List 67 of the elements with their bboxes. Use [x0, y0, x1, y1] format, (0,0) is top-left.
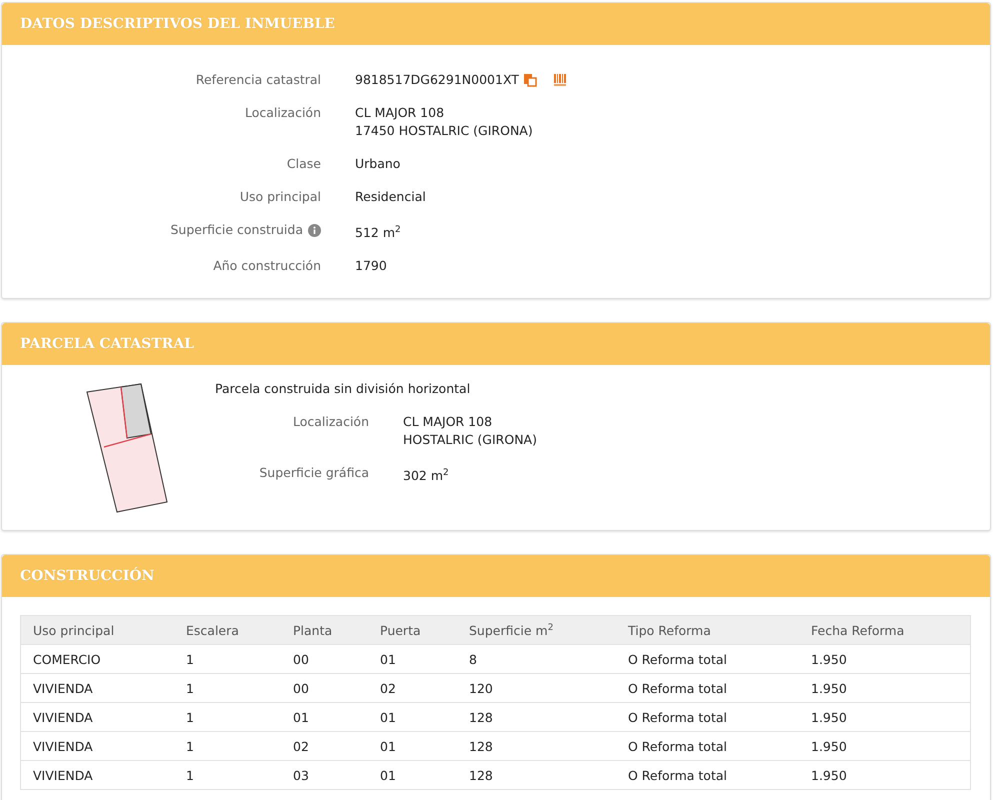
field-label: Localización	[292, 413, 369, 432]
table-cell: 1	[174, 732, 281, 761]
column-header: Escalera	[174, 616, 281, 645]
table-cell: 1.950	[799, 644, 970, 674]
table-cell: 120	[457, 674, 616, 703]
table-cell: O Reforma total	[616, 702, 799, 732]
field-value: CL MAJOR 108	[355, 104, 446, 122]
table-cell: 02	[281, 732, 368, 761]
field-label: Localización	[244, 104, 321, 122]
field-value: 512 m$^{2}$	[355, 224, 401, 242]
field-label: Clase	[286, 155, 321, 173]
table-cell: 02	[368, 674, 457, 703]
barcode-icon[interactable]	[552, 73, 568, 87]
table-cell: 1	[174, 702, 281, 732]
table-cell: 01	[368, 732, 457, 761]
table-cell: 1.950	[799, 732, 970, 761]
field-label: Uso principal	[240, 188, 321, 206]
table-cell: 01	[368, 702, 457, 732]
table-cell: COMERCIO	[20, 644, 174, 674]
table-cell: 01	[368, 760, 457, 790]
table-cell: 8	[457, 644, 616, 674]
field-value: 1790	[355, 257, 387, 276]
table-cell: 128	[457, 760, 616, 790]
table-cell: VIVIENDA	[20, 760, 174, 790]
field-label: Superficie construida	[170, 221, 303, 239]
field-value: Residencial	[355, 188, 426, 206]
field-value: CL MAJOR 108	[403, 413, 494, 432]
field-value: 302 m$^{2}$	[403, 467, 449, 486]
field-value: 17450 HOSTALRIC (GIRONA)	[355, 122, 533, 140]
table-cell: O Reforma total	[616, 760, 799, 790]
column-header: Puerta	[368, 616, 457, 645]
table-cell: VIVIENDA	[20, 674, 174, 703]
table-cell: 1	[174, 644, 281, 674]
section-title: DATOS DESCRIPTIVOS DEL INMUEBLE	[20, 16, 335, 32]
table-cell: 128	[457, 702, 616, 732]
table-cell: 1	[174, 674, 281, 703]
table-cell: 1.950	[799, 674, 970, 703]
field-label: Referencia catastral	[196, 71, 321, 89]
field-label: Superficie gráfica	[259, 464, 369, 482]
info-icon[interactable]	[308, 224, 321, 236]
section-title: PARCELA CATASTRAL	[20, 336, 194, 352]
table-cell: O Reforma total	[616, 674, 799, 703]
table-cell: 01	[368, 644, 457, 674]
table-cell: VIVIENDA	[20, 702, 174, 732]
column-header: Planta	[281, 616, 368, 645]
table-cell: 00	[281, 674, 368, 703]
table-cell: 1	[174, 760, 281, 790]
table-cell: 128	[457, 732, 616, 761]
table-cell: VIVIENDA	[20, 732, 174, 761]
field-label: Año construcción	[213, 257, 321, 276]
table-cell: 1.950	[799, 760, 970, 790]
field-value: HOSTALRIC (GIRONA)	[403, 431, 537, 450]
column-header: Superficie m$^{2}$	[457, 616, 616, 645]
field-value: 9818517DG6291N0001XT	[355, 71, 519, 89]
column-header: Tipo Reforma	[616, 616, 799, 645]
table-cell: O Reforma total	[616, 644, 799, 674]
column-header: Fecha Reforma	[799, 616, 970, 645]
column-header: Uso principal	[20, 616, 174, 645]
parcel-description: Parcela construida sin división horizontal	[215, 380, 472, 398]
table-cell: 00	[281, 644, 368, 674]
field-value: Urbano	[355, 155, 400, 173]
table-cell: 1.950	[799, 702, 970, 732]
table-cell: 03	[281, 760, 368, 790]
table-cell: O Reforma total	[616, 732, 799, 761]
section-title: CONSTRUCCIÓN	[20, 568, 154, 584]
copy-icon[interactable]	[522, 73, 537, 87]
table-cell: 01	[281, 702, 368, 732]
